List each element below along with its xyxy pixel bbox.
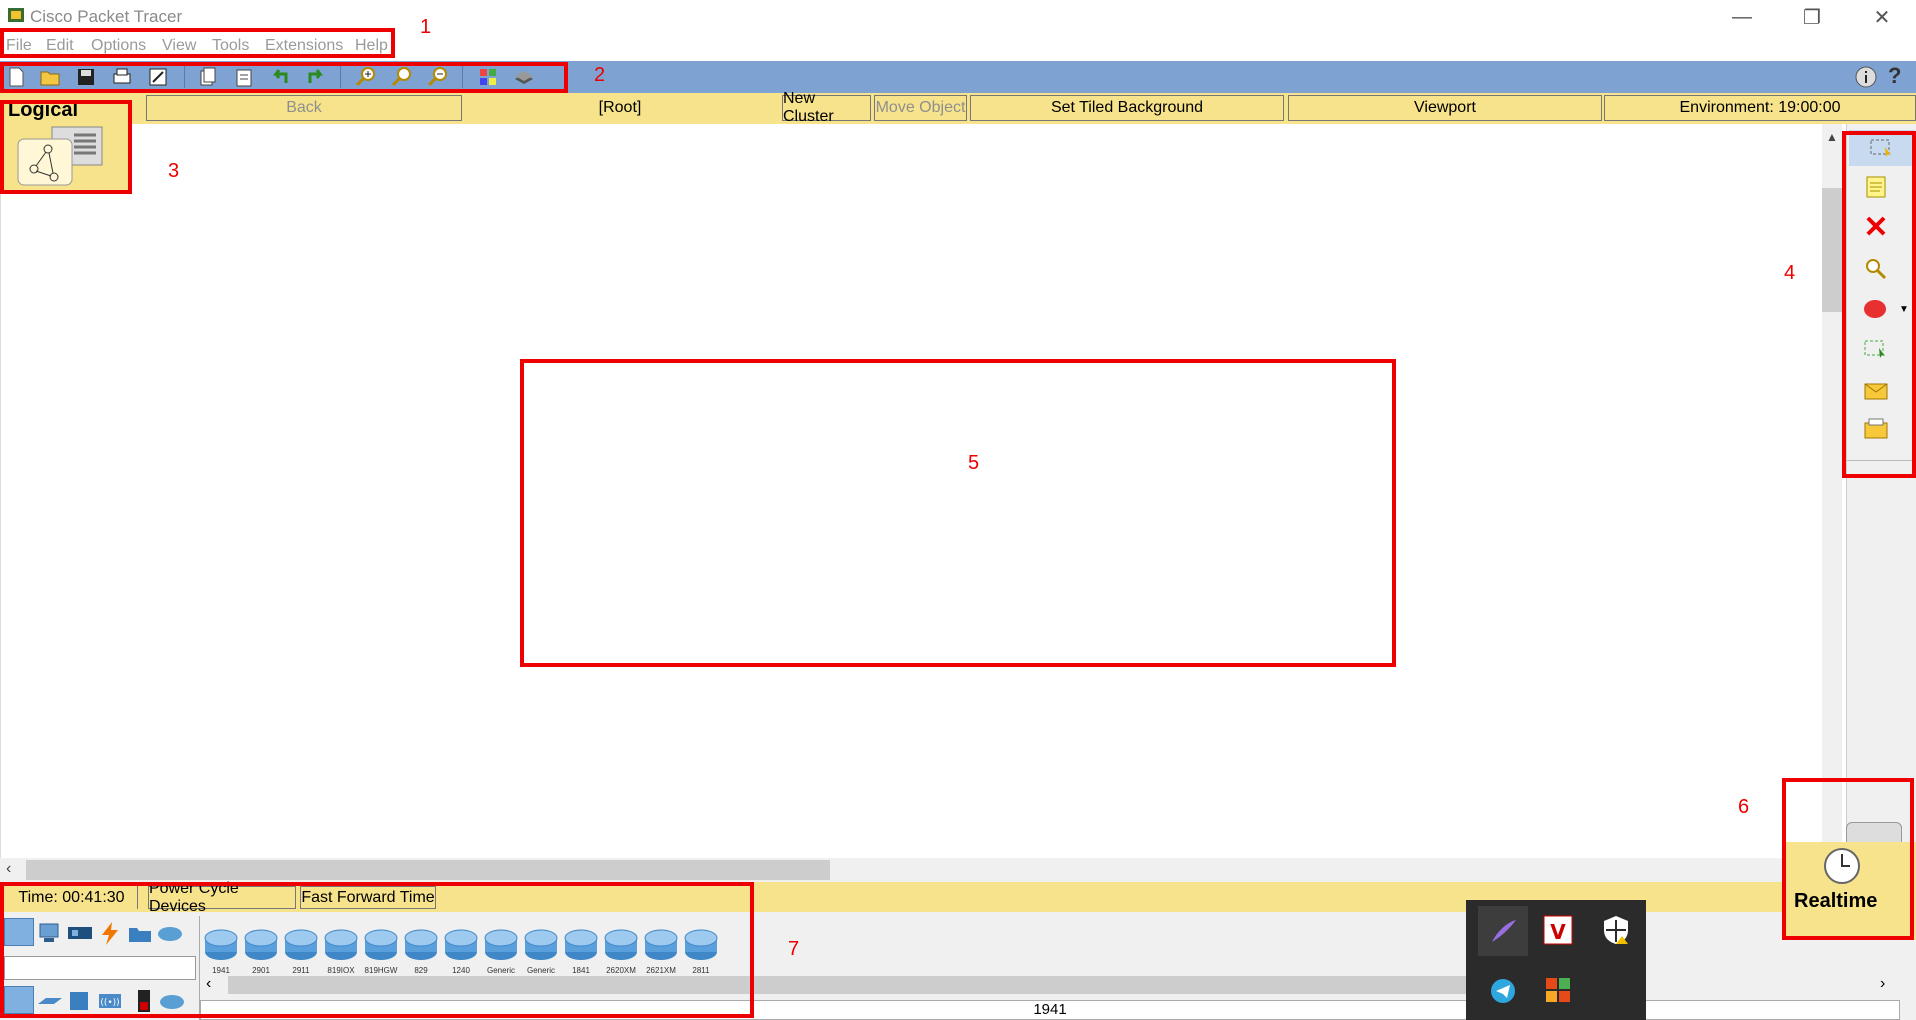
- annotation-number: 7: [788, 938, 800, 960]
- restore-button[interactable]: ❐: [1782, 0, 1842, 34]
- minimize-button[interactable]: —: [1712, 0, 1772, 34]
- annotation-box-devices: [0, 882, 754, 1018]
- annotation-number: 3: [168, 160, 180, 182]
- svg-text:V: V: [1550, 920, 1566, 944]
- annotation-box-workspace: [520, 359, 1396, 667]
- scroll-left-icon[interactable]: ‹: [6, 860, 11, 878]
- new-cluster-button[interactable]: New Cluster: [782, 90, 871, 125]
- feather-app-icon[interactable]: [1478, 906, 1528, 956]
- environment-button[interactable]: Environment: 19:00:00: [1604, 95, 1916, 121]
- system-tray-flyout: V: [1466, 900, 1646, 1020]
- move-object-button[interactable]: Move Object: [874, 95, 967, 121]
- annotation-number: 6: [1738, 796, 1750, 818]
- scroll-up-icon[interactable]: ▲: [1826, 130, 1838, 144]
- telegram-icon[interactable]: [1478, 966, 1528, 1016]
- annotation-box-toolbar: [0, 62, 568, 93]
- help-icon[interactable]: ?: [1888, 63, 1901, 89]
- close-button[interactable]: ✕: [1852, 0, 1912, 34]
- annotation-box-realtime: [1782, 778, 1914, 940]
- annotation-number: 1: [420, 16, 432, 38]
- security-shield-icon[interactable]: [1596, 910, 1636, 950]
- annotation-box-menu: [0, 28, 395, 58]
- workspace-bar: Back [Root] New Cluster Move Object Set …: [0, 90, 1916, 125]
- packet-tracer-app-icon: [8, 8, 24, 22]
- window-title: Cisco Packet Tracer: [30, 7, 183, 26]
- info-icon[interactable]: [1854, 65, 1878, 89]
- office-icon[interactable]: [1538, 970, 1578, 1010]
- scroll-right-icon[interactable]: ›: [1880, 975, 1885, 993]
- annotation-number: 4: [1784, 262, 1796, 284]
- annotation-number: 2: [594, 64, 606, 86]
- back-button[interactable]: Back: [146, 95, 462, 121]
- annotation-number: 5: [968, 452, 980, 474]
- viewport-button[interactable]: Viewport: [1288, 95, 1602, 121]
- set-tiled-background-button[interactable]: Set Tiled Background: [970, 95, 1284, 121]
- horizontal-scrollbar-thumb[interactable]: [26, 860, 830, 880]
- annotation-box-logical: [0, 100, 132, 194]
- vivaldi-icon[interactable]: V: [1538, 910, 1578, 950]
- annotation-box-palette: [1842, 131, 1916, 478]
- root-label: [Root]: [462, 95, 778, 121]
- vertical-scrollbar-thumb[interactable]: [1822, 188, 1842, 312]
